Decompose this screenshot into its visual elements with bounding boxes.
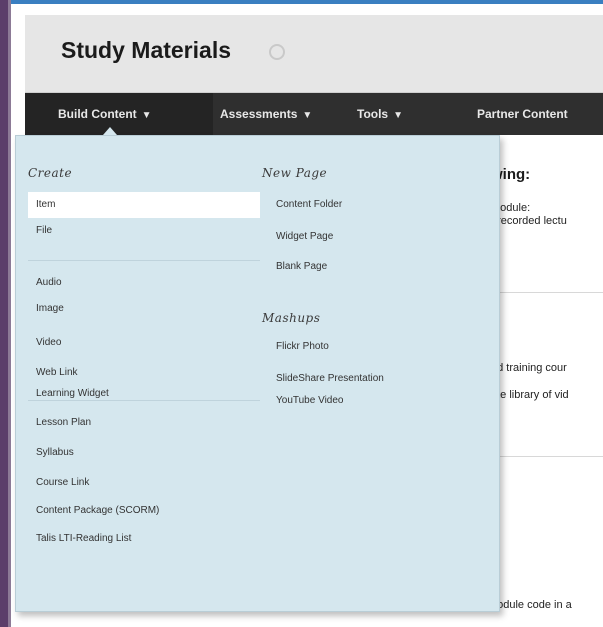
section-heading-new-page: New Page	[262, 166, 328, 180]
content-text: nodule code in a	[491, 599, 572, 611]
tab-assessments[interactable]: Assessments ▼	[220, 93, 312, 135]
menu-item-learning-widget[interactable]: Learning Widget	[28, 381, 260, 407]
tab-label: Tools	[357, 107, 389, 121]
chevron-down-icon: ▼	[141, 110, 152, 121]
chevron-down-icon: ▼	[302, 110, 313, 121]
left-edge-bar	[0, 0, 11, 627]
tab-build-content[interactable]: Build Content ▼	[25, 93, 213, 135]
menu-item-blank-page[interactable]: Blank Page	[268, 254, 488, 280]
page-title: Study Materials	[61, 37, 231, 63]
menu-item-image[interactable]: Image	[28, 296, 260, 322]
tab-partner-content[interactable]: Partner Content	[477, 93, 568, 135]
build-content-dropdown: Create Item File Audio Image Video Web L…	[15, 135, 500, 612]
chevron-down-icon: ▼	[393, 110, 404, 121]
tab-label: Partner Content	[477, 107, 568, 121]
menu-item-audio[interactable]: Audio	[28, 270, 260, 296]
menu-divider	[28, 260, 260, 261]
menu-item-video[interactable]: Video	[28, 330, 260, 356]
menu-item-flickr-photo[interactable]: Flickr Photo	[268, 334, 488, 360]
menu-item-youtube-video[interactable]: YouTube Video	[268, 388, 488, 414]
section-heading-create: Create	[28, 166, 73, 180]
tab-label: Build Content	[58, 107, 137, 121]
title-options-icon[interactable]	[269, 44, 285, 60]
menu-item-widget-page[interactable]: Widget Page	[268, 224, 488, 250]
title-band: Study Materials	[25, 15, 603, 93]
menu-item-course-link[interactable]: Course Link	[28, 470, 260, 496]
tab-tools[interactable]: Tools ▼	[357, 93, 403, 135]
menu-item-lesson-plan[interactable]: Lesson Plan	[28, 410, 260, 436]
section-heading-mashups: Mashups	[262, 311, 321, 325]
menu-item-file[interactable]: File	[28, 218, 260, 244]
content-divider	[491, 456, 603, 457]
menu-item-syllabus[interactable]: Syllabus	[28, 440, 260, 466]
menu-item-talis-reading-list[interactable]: Talis LTI-Reading List	[28, 526, 260, 552]
dropdown-pointer	[103, 127, 117, 135]
menu-item-item[interactable]: Item	[28, 192, 260, 218]
menu-item-content-package[interactable]: Content Package (SCORM)	[28, 498, 260, 524]
content-text: ed training cour	[491, 362, 567, 374]
content-divider	[491, 292, 603, 293]
content-text: ete library of vid	[491, 389, 569, 401]
content-text: , recorded lectu	[491, 215, 567, 227]
menu-item-content-folder[interactable]: Content Folder	[268, 192, 488, 218]
tab-label: Assessments	[220, 107, 298, 121]
